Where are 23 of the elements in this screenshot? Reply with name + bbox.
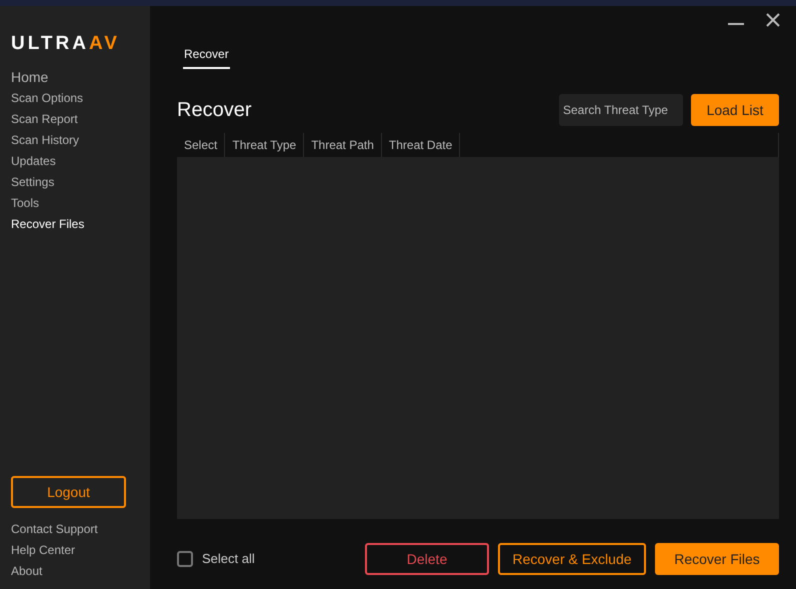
sidebar-item[interactable]: Recover Files [11, 215, 139, 236]
action-button[interactable]: Recover & Exclude [498, 543, 646, 575]
sidebar-item[interactable]: Tools [11, 194, 139, 215]
tab[interactable]: Recover [183, 45, 230, 69]
logo-text: ULTRA [11, 34, 89, 53]
select-all-checkbox[interactable]: Select all [177, 549, 365, 569]
sidebar-item[interactable]: Updates [11, 152, 139, 173]
action-button[interactable]: Delete [365, 543, 489, 575]
close-icon[interactable] [765, 12, 781, 28]
footer-link[interactable]: Help Center [11, 541, 139, 562]
sidebar-item[interactable]: Home [11, 67, 139, 89]
logo-accent: AV [88, 34, 120, 53]
sidebar-item[interactable]: Settings [11, 173, 139, 194]
sidebar-item[interactable]: Scan History [11, 131, 139, 152]
load-list-button[interactable]: Load List [691, 94, 779, 126]
search-field[interactable]: Search Threat Type [559, 94, 683, 126]
action-button[interactable]: Recover Files [655, 543, 779, 575]
sidebar-item[interactable]: Scan Report [11, 110, 139, 131]
footer-link[interactable]: Contact Support [11, 520, 139, 541]
page-title: Recover [177, 98, 252, 123]
sidebar-item[interactable]: Scan Options [11, 89, 139, 110]
logout-button[interactable]: Logout [11, 476, 126, 508]
footer-link[interactable]: About [11, 562, 139, 583]
